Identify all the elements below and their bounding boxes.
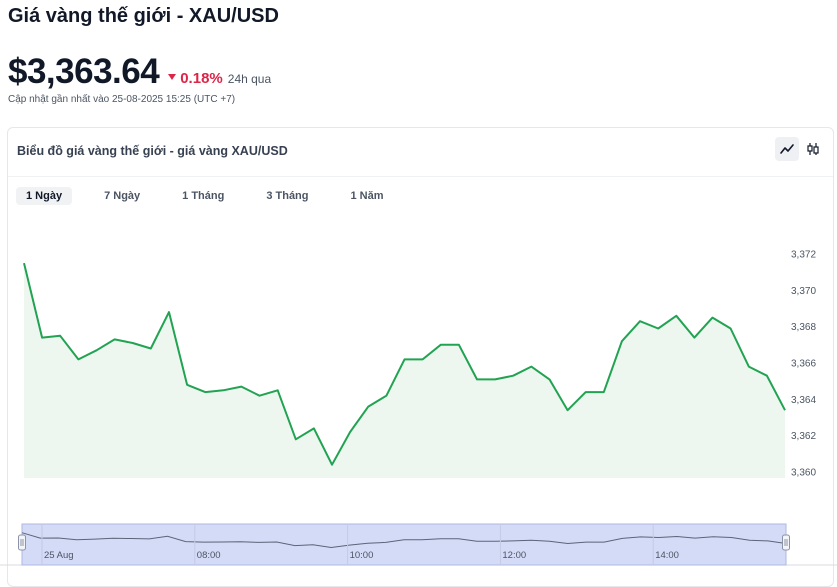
navigator-x-label: 08:00 — [197, 550, 221, 561]
y-tick-label: 3,366 — [791, 359, 816, 370]
y-tick-label: 3,362 — [791, 431, 816, 442]
navigator-left-handle[interactable] — [18, 534, 26, 551]
navigator-x-label: 14:00 — [655, 550, 679, 561]
price-chart[interactable]: 3,360 3,362 3,364 3,366 3,368 3,370 3,372 25 Au… — [0, 0, 837, 574]
y-tick-label: 3,370 — [791, 286, 816, 297]
y-tick-label: 3,368 — [791, 322, 816, 333]
navigator-x-label: 10:00 — [350, 550, 374, 561]
y-tick-label: 3,364 — [791, 395, 816, 406]
y-tick-label: 3,372 — [791, 250, 816, 261]
y-tick-label: 3,360 — [791, 468, 816, 479]
navigator-x-label: 12:00 — [502, 550, 526, 561]
price-area — [24, 263, 785, 478]
navigator-x-label: 25 Aug — [44, 550, 74, 561]
navigator-right-handle[interactable] — [782, 534, 790, 551]
